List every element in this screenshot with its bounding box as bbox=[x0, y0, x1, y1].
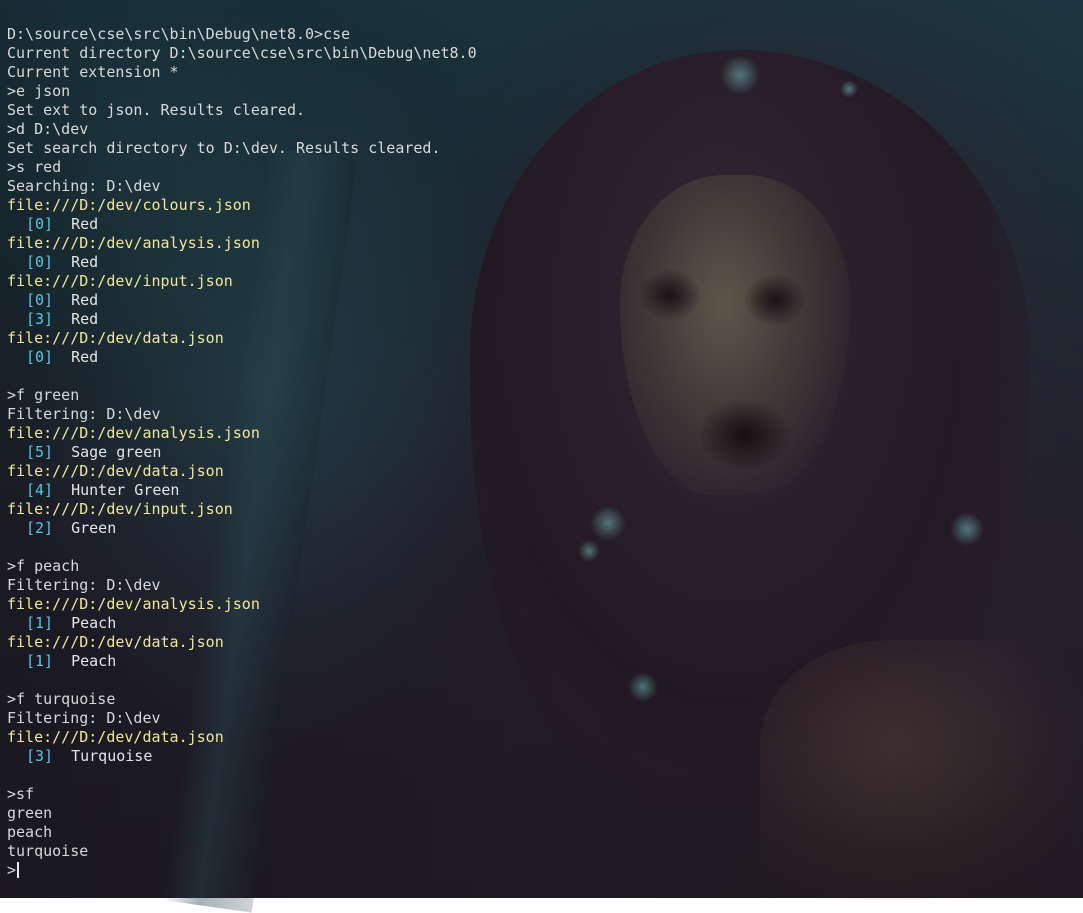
result-entry: [5] Sage green bbox=[7, 443, 161, 462]
text-cursor bbox=[17, 862, 20, 878]
result-value: Peach bbox=[71, 652, 117, 670]
terminal-line: Filtering: D:\dev bbox=[7, 709, 161, 727]
result-value: Peach bbox=[71, 614, 117, 632]
terminal-line: Set search directory to D:\dev. Results … bbox=[7, 139, 441, 157]
file-link[interactable]: file:///D:/dev/colours.json bbox=[7, 196, 477, 215]
result-row: [0] Red bbox=[7, 253, 477, 272]
result-entry: [3] Red bbox=[7, 310, 98, 329]
file-link[interactable]: file:///D:/dev/input.json bbox=[7, 272, 477, 291]
terminal-line: >f turquoise bbox=[7, 690, 116, 708]
result-value: Turquoise bbox=[71, 747, 153, 765]
terminal-line: D:\source\cse\src\bin\Debug\net8.0>cse bbox=[7, 25, 351, 43]
terminal-line: >e json bbox=[7, 82, 71, 100]
result-entry: [1] Peach bbox=[7, 614, 116, 633]
result-index: [0] bbox=[26, 348, 54, 366]
result-entry: [0] Red bbox=[7, 291, 98, 310]
terminal-line: Set ext to json. Results cleared. bbox=[7, 101, 306, 119]
terminal-line: >s red bbox=[7, 158, 62, 176]
result-entry: [2] Green bbox=[7, 519, 116, 538]
result-index: [4] bbox=[26, 481, 54, 499]
result-value: Red bbox=[71, 215, 99, 233]
file-link[interactable]: file:///D:/dev/data.json bbox=[7, 633, 477, 652]
result-entry: [3] Turquoise bbox=[7, 747, 152, 766]
result-entry: [0] Red bbox=[7, 348, 98, 367]
terminal-line: green bbox=[7, 804, 53, 822]
result-index: [3] bbox=[26, 310, 54, 328]
file-link[interactable]: file:///D:/dev/analysis.json bbox=[7, 234, 477, 253]
result-value: Sage green bbox=[71, 443, 162, 461]
result-index: [0] bbox=[26, 215, 54, 233]
result-row: [1] Peach bbox=[7, 652, 477, 671]
result-row: [0] Red bbox=[7, 348, 477, 367]
prompt-symbol: > bbox=[7, 861, 17, 879]
result-index: [0] bbox=[26, 253, 54, 271]
terminal-line: Current extension * bbox=[7, 63, 179, 81]
result-index: [1] bbox=[26, 614, 54, 632]
terminal-line: Filtering: D:\dev bbox=[7, 576, 161, 594]
terminal-line: >d D:\dev bbox=[7, 120, 89, 138]
result-index: [0] bbox=[26, 291, 54, 309]
result-value: Green bbox=[71, 519, 117, 537]
file-link[interactable]: file:///D:/dev/data.json bbox=[7, 329, 477, 348]
result-row: [4] Hunter Green bbox=[7, 481, 477, 500]
file-link[interactable]: file:///D:/dev/analysis.json bbox=[7, 595, 477, 614]
result-entry: [1] Peach bbox=[7, 652, 116, 671]
result-index: [1] bbox=[26, 652, 54, 670]
terminal-line: Current directory D:\source\cse\src\bin\… bbox=[7, 44, 477, 62]
result-row: [5] Sage green bbox=[7, 443, 477, 462]
result-entry: [4] Hunter Green bbox=[7, 481, 179, 500]
file-link[interactable]: file:///D:/dev/analysis.json bbox=[7, 424, 477, 443]
result-value: Red bbox=[71, 310, 99, 328]
terminal-line: Searching: D:\dev bbox=[7, 177, 161, 195]
result-row: [0] Red bbox=[7, 291, 477, 310]
result-entry: [0] Red bbox=[7, 253, 98, 272]
result-index: [3] bbox=[26, 747, 54, 765]
result-value: Red bbox=[71, 253, 99, 271]
result-index: [2] bbox=[26, 519, 54, 537]
result-row: [2] Green bbox=[7, 519, 477, 538]
terminal-line: Filtering: D:\dev bbox=[7, 405, 161, 423]
command-prompt[interactable]: > bbox=[7, 861, 477, 880]
terminal-line: turquoise bbox=[7, 842, 89, 860]
result-entry: [0] Red bbox=[7, 215, 98, 234]
file-link[interactable]: file:///D:/dev/data.json bbox=[7, 462, 477, 481]
result-value: Red bbox=[71, 291, 99, 309]
terminal-line: >sf bbox=[7, 785, 35, 803]
result-row: [3] Red bbox=[7, 310, 477, 329]
terminal-line: >f peach bbox=[7, 557, 80, 575]
result-row: [3] Turquoise bbox=[7, 747, 477, 766]
terminal-line: peach bbox=[7, 823, 53, 841]
result-value: Red bbox=[71, 348, 99, 366]
terminal-output[interactable]: D:\source\cse\src\bin\Debug\net8.0>cse Cu… bbox=[7, 25, 477, 880]
result-row: [0] Red bbox=[7, 215, 477, 234]
result-index: [5] bbox=[26, 443, 54, 461]
file-link[interactable]: file:///D:/dev/input.json bbox=[7, 500, 477, 519]
result-value: Hunter Green bbox=[71, 481, 180, 499]
terminal-line: >f green bbox=[7, 386, 80, 404]
file-link[interactable]: file:///D:/dev/data.json bbox=[7, 728, 477, 747]
result-row: [1] Peach bbox=[7, 614, 477, 633]
